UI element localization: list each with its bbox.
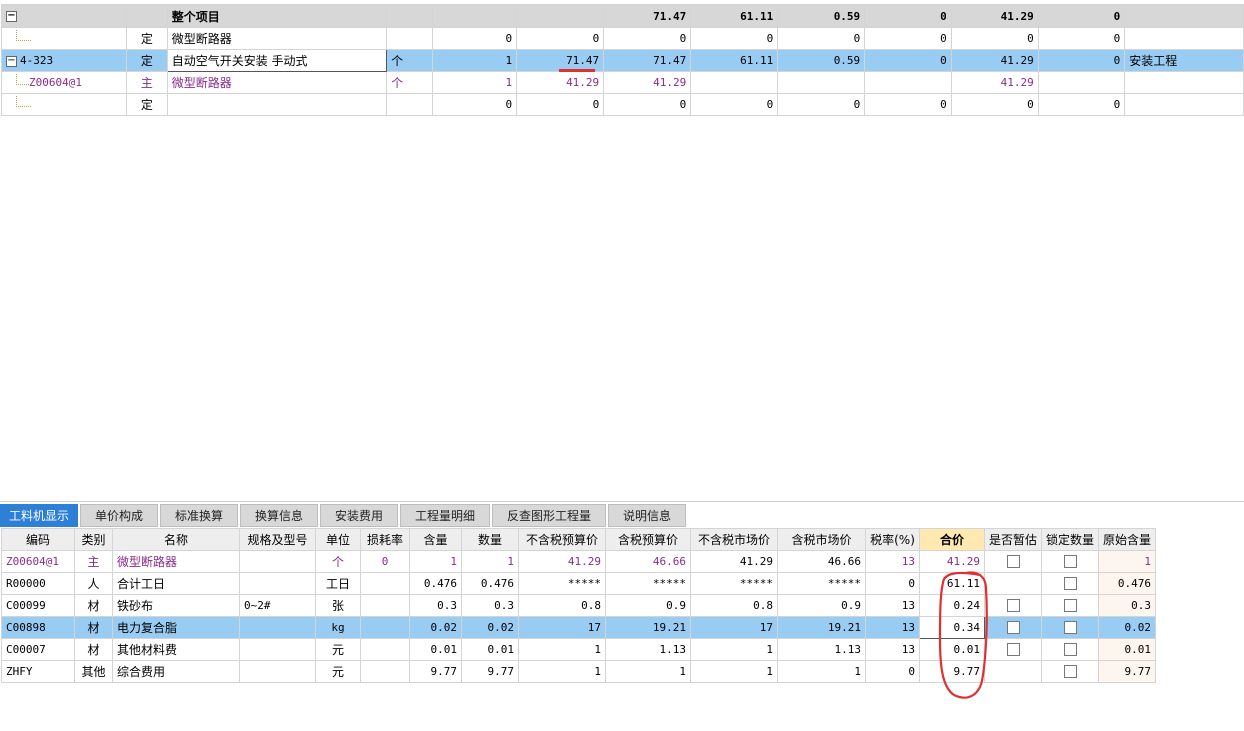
total-price-header[interactable]: 合价 xyxy=(919,528,985,551)
table-row[interactable]: Z00604@1 主 微型断路器 个 1 41.29 41.29 41.29 xyxy=(0,71,1244,94)
lock-qty-checkbox[interactable] xyxy=(1063,621,1077,635)
table-row-selected[interactable]: −4-323 定 自动空气开关安装 手动式 个 1 71.47 71.47 61… xyxy=(0,49,1244,72)
resource-grid-header: 编码 类别 名称 规格及型号 单位 损耗率 含量 数量 不含税预算价 含税预算价… xyxy=(1,528,1157,551)
tab-conversion-info[interactable]: 换算信息 xyxy=(240,504,318,527)
tab-description[interactable]: 说明信息 xyxy=(608,504,686,527)
estimate-checkbox[interactable] xyxy=(1006,643,1020,657)
lock-qty-checkbox[interactable] xyxy=(1063,599,1077,613)
red-circle-annotation xyxy=(938,571,988,699)
red-underline-annotation xyxy=(559,69,595,72)
item-name-editor[interactable]: 自动空气开关安装 手动式 xyxy=(166,49,388,72)
minus-icon[interactable]: − xyxy=(6,11,17,22)
lock-qty-checkbox[interactable] xyxy=(1063,555,1077,569)
lock-qty-checkbox[interactable] xyxy=(1063,577,1077,591)
lock-qty-checkbox[interactable] xyxy=(1063,665,1077,679)
budget-items-grid: − 整个项目 71.47 61.11 0.59 0 41.29 0 定 微型断路… xyxy=(0,4,1244,116)
minus-icon[interactable]: − xyxy=(6,55,17,67)
table-row[interactable]: 定 微型断路器 0 0 0 0 0 0 0 0 xyxy=(0,27,1244,50)
tree-connector xyxy=(0,27,128,50)
tab-unit-price[interactable]: 单价构成 xyxy=(80,504,158,527)
tab-labor-material-machine[interactable]: 工料机显示 xyxy=(0,504,78,527)
tab-standard-conversion[interactable]: 标准换算 xyxy=(160,504,238,527)
estimate-checkbox[interactable] xyxy=(1006,599,1020,613)
project-total-row[interactable]: − 整个项目 71.47 61.11 0.59 0 41.29 0 xyxy=(0,4,1244,28)
project-name: 整个项目 xyxy=(166,4,388,28)
tab-install-cost[interactable]: 安装费用 xyxy=(320,504,398,527)
table-row[interactable]: 定 0 0 0 0 0 0 0 0 xyxy=(0,93,1244,116)
quota-code-cell[interactable]: −4-323 xyxy=(0,49,128,72)
tab-reverse-graphic-quantity[interactable]: 反查图形工程量 xyxy=(492,504,606,527)
estimate-checkbox[interactable] xyxy=(1006,621,1020,635)
collapse-toggle[interactable]: − xyxy=(0,4,128,28)
detail-tabs: 工料机显示 单价构成 标准换算 换算信息 安装费用 工程量明细 反查图形工程量 … xyxy=(0,501,1244,527)
tab-quantity-detail[interactable]: 工程量明细 xyxy=(400,504,490,527)
lock-qty-checkbox[interactable] xyxy=(1063,643,1077,657)
estimate-checkbox[interactable] xyxy=(1006,555,1020,569)
